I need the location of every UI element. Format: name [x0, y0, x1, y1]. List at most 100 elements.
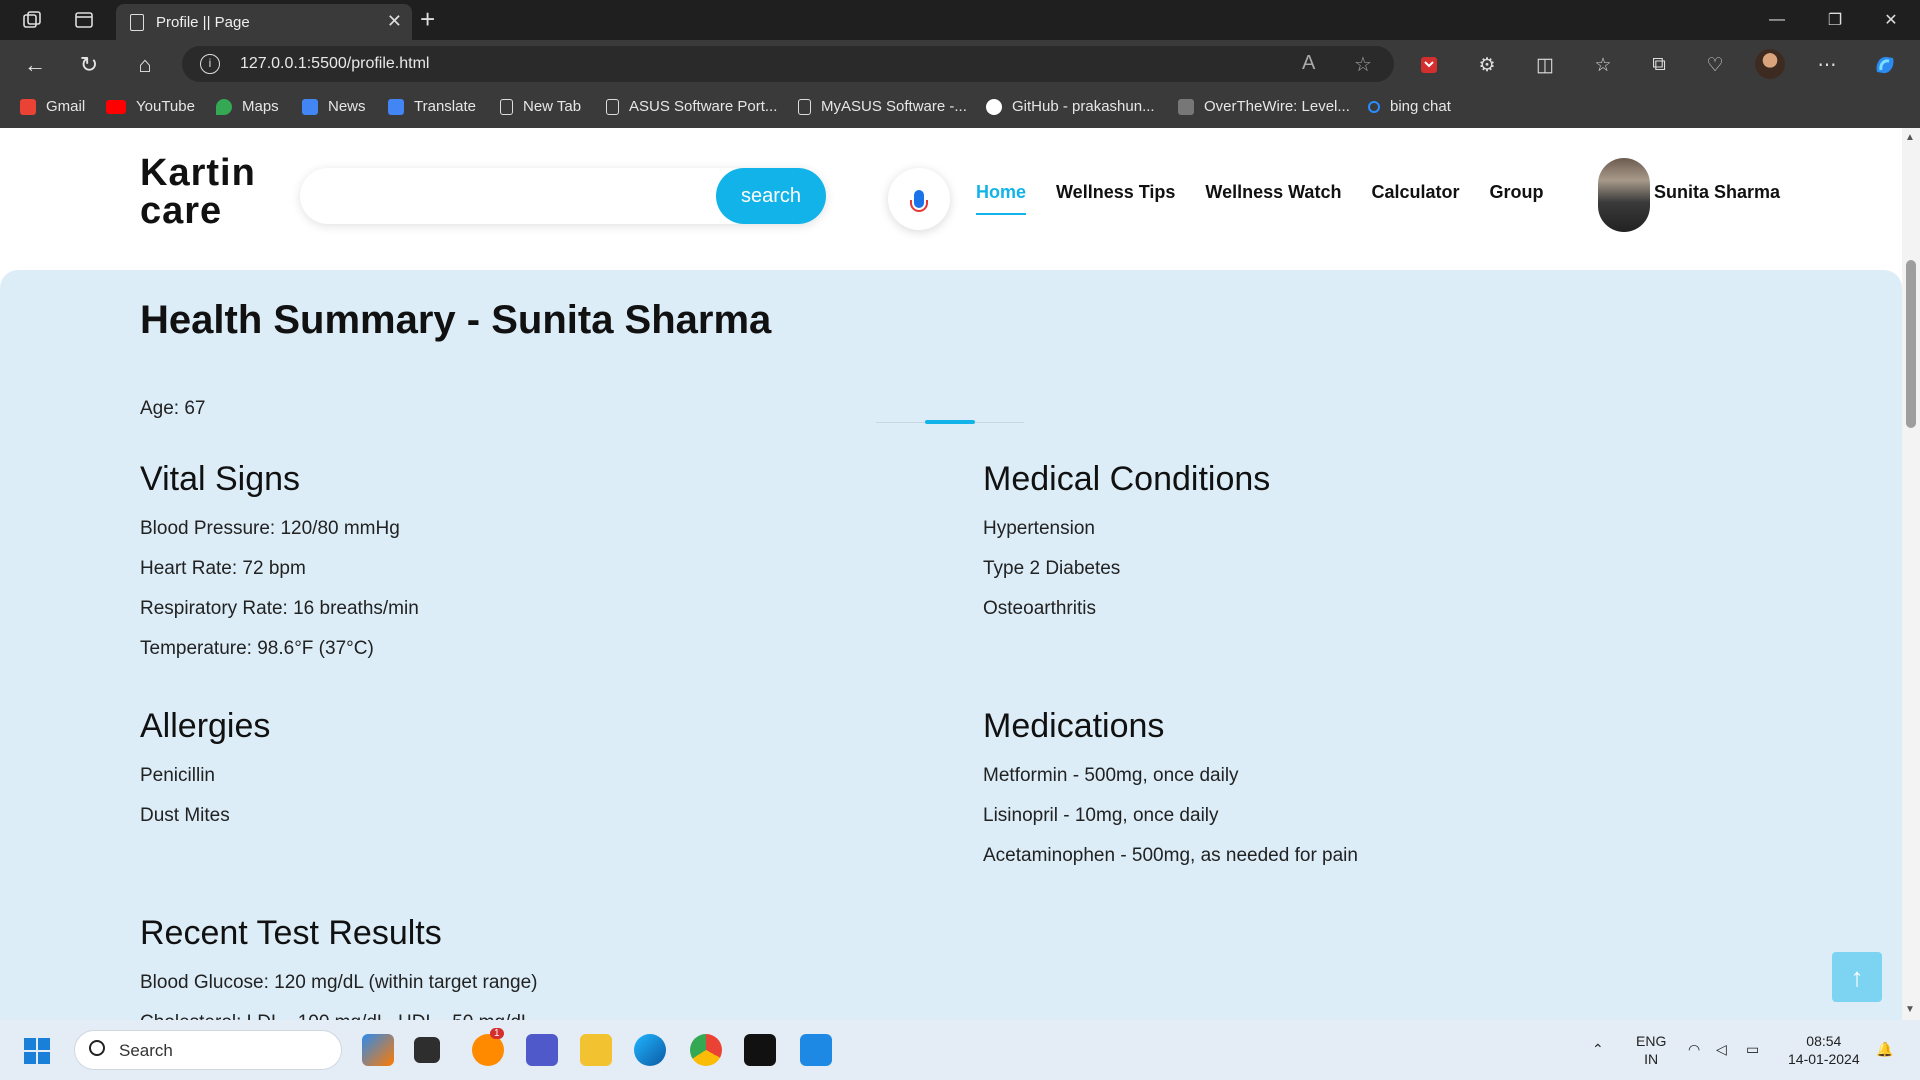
copilot-icon[interactable]	[1870, 50, 1900, 80]
bookmark-myasus-software[interactable]: MyASUS Software -...	[798, 98, 967, 115]
wifi-icon[interactable]: ◠	[1688, 1040, 1700, 1058]
close-tab-icon[interactable]: ✕	[387, 11, 402, 32]
browser-profile-avatar[interactable]	[1755, 49, 1785, 79]
bookmark-overthewire[interactable]: OverTheWire: Level...	[1178, 98, 1350, 115]
time-label: 08:54	[1806, 1033, 1842, 1049]
page-icon	[606, 98, 619, 115]
scroll-down-arrow-icon[interactable]: ▼	[1905, 1004, 1915, 1015]
allergies-title: Allergies	[140, 707, 271, 745]
bookmark-label: OverTheWire: Level...	[1204, 98, 1350, 115]
allergy-item: Dust Mites	[140, 805, 230, 826]
windows-start-icon[interactable]	[24, 1038, 50, 1064]
bookmark-label: Gmail	[46, 98, 86, 115]
taskbar-search-label: Search	[119, 1041, 173, 1060]
chrome-icon[interactable]	[690, 1034, 722, 1066]
bookmark-label: bing chat	[1390, 98, 1451, 115]
url-text[interactable]: 127.0.0.1:5500/profile.html	[240, 55, 429, 73]
task-view-icon[interactable]	[414, 1037, 440, 1063]
bookmark-gmail[interactable]: Gmail	[20, 98, 85, 115]
region-label: IN	[1644, 1051, 1659, 1067]
clock[interactable]: 08:54 14-01-2024	[1788, 1032, 1860, 1068]
tab-actions-icon[interactable]	[68, 6, 100, 34]
collections-icon[interactable]: ⧉	[1644, 50, 1674, 80]
voice-search-button[interactable]	[888, 168, 950, 230]
browser-essentials-icon[interactable]: ♡	[1700, 50, 1730, 80]
bookmark-asus-software-portal[interactable]: ASUS Software Port...	[606, 98, 777, 115]
minimize-icon[interactable]: —	[1748, 0, 1806, 40]
bookmark-translate[interactable]: Translate	[388, 98, 476, 115]
workspaces-icon[interactable]	[16, 6, 48, 34]
more-menu-icon[interactable]: ⋯	[1812, 50, 1842, 80]
terminal-icon[interactable]	[744, 1034, 776, 1066]
scroll-to-top-button[interactable]: ↑	[1832, 952, 1882, 1002]
edge-icon[interactable]	[634, 1034, 666, 1066]
age-text: Age: 67	[140, 398, 206, 419]
search-button[interactable]: search	[716, 168, 826, 224]
browser-tab[interactable]: Profile || Page ✕	[116, 4, 412, 40]
medications-title: Medications	[983, 707, 1165, 745]
home-icon[interactable]: ⌂	[130, 50, 160, 80]
test-result-item: Cholesterol: LDL - 100 mg/dL, HDL - 50 m…	[140, 1012, 531, 1020]
notifications-bell-icon[interactable]: 🔔	[1876, 1040, 1893, 1058]
user-name[interactable]: Sunita Sharma	[1654, 182, 1780, 203]
file-explorer-icon[interactable]	[580, 1034, 612, 1066]
site-info-icon[interactable]: i	[200, 54, 220, 74]
page-icon	[130, 13, 144, 31]
nav-group[interactable]: Group	[1489, 182, 1543, 215]
favorites-icon[interactable]: ☆	[1588, 50, 1618, 80]
nav-wellness-tips[interactable]: Wellness Tips	[1056, 182, 1175, 215]
condition-item: Type 2 Diabetes	[983, 558, 1121, 579]
bookmark-label: Maps	[242, 98, 279, 115]
translate-icon	[388, 98, 404, 115]
copilot-app-icon[interactable]	[362, 1034, 394, 1066]
extension-shield-icon[interactable]	[1414, 50, 1444, 80]
medication-item: Metformin - 500mg, once daily	[983, 765, 1239, 786]
nav-home[interactable]: Home	[976, 182, 1027, 215]
address-bar[interactable]: i 127.0.0.1:5500/profile.html A ☆	[182, 46, 1394, 82]
web-page: Kartin care search Home Wellness Tips We…	[0, 128, 1902, 1020]
show-hidden-icons-icon[interactable]: ⌃	[1592, 1040, 1604, 1058]
close-window-icon[interactable]: ✕	[1862, 0, 1920, 40]
vscode-icon[interactable]	[800, 1034, 832, 1066]
bookmark-github[interactable]: GitHub - prakashun...	[986, 98, 1155, 115]
battery-icon[interactable]: ▭	[1746, 1040, 1759, 1058]
bookmark-new-tab[interactable]: New Tab	[500, 98, 581, 115]
test-result-item: Blood Glucose: 120 mg/dL (within target …	[140, 972, 538, 993]
extensions-icon[interactable]: ⚙	[1472, 50, 1502, 80]
firefox-icon[interactable]: 1	[472, 1028, 504, 1066]
user-avatar[interactable]	[1598, 158, 1650, 232]
bookmark-news[interactable]: News	[302, 98, 366, 115]
site-logo[interactable]: Kartin care	[140, 154, 256, 230]
volume-icon[interactable]: ◁	[1716, 1040, 1727, 1058]
nav-wellness-watch[interactable]: Wellness Watch	[1205, 182, 1341, 215]
bookmark-youtube[interactable]: YouTube	[106, 98, 195, 115]
read-aloud-icon[interactable]: A	[1302, 52, 1315, 75]
refresh-icon[interactable]: ↻	[74, 50, 104, 80]
bing-icon	[1368, 100, 1380, 113]
bookmark-label: News	[328, 98, 366, 115]
scrollbar-thumb[interactable]	[1906, 260, 1916, 428]
language-indicator[interactable]: ENG IN	[1636, 1032, 1666, 1068]
favorite-star-icon[interactable]: ☆	[1354, 52, 1372, 77]
health-summary-panel: Health Summary - Sunita Sharma Age: 67 V…	[0, 270, 1902, 1020]
maps-icon	[216, 98, 232, 115]
section-divider	[876, 420, 1024, 424]
medication-item: Acetaminophen - 500mg, as needed for pai…	[983, 845, 1358, 866]
restore-icon[interactable]: ❐	[1806, 0, 1864, 40]
scroll-up-arrow-icon[interactable]: ▲	[1905, 132, 1915, 143]
nav-calculator[interactable]: Calculator	[1371, 182, 1459, 215]
back-icon[interactable]: ←	[20, 50, 50, 80]
page-scrollbar[interactable]: ▲ ▼	[1902, 128, 1920, 1020]
teams-icon[interactable]	[526, 1034, 558, 1066]
vital-sign-item: Heart Rate: 72 bpm	[140, 558, 306, 579]
bookmark-maps[interactable]: Maps	[216, 98, 279, 115]
split-screen-icon[interactable]: ◫	[1530, 50, 1560, 80]
taskbar-search[interactable]: Search	[74, 1030, 342, 1070]
new-tab-icon[interactable]: +	[420, 4, 435, 35]
windows-taskbar: Search 1 ⌃ ENG IN ◠ ◁ ▭ 08:54 14-01-2024…	[0, 1020, 1920, 1080]
allergy-item: Penicillin	[140, 765, 215, 786]
site-header: Kartin care search Home Wellness Tips We…	[0, 128, 1902, 262]
page-title: Health Summary - Sunita Sharma	[140, 298, 772, 342]
bookmark-bing-chat[interactable]: bing chat	[1368, 98, 1451, 115]
search-icon	[89, 1040, 105, 1056]
